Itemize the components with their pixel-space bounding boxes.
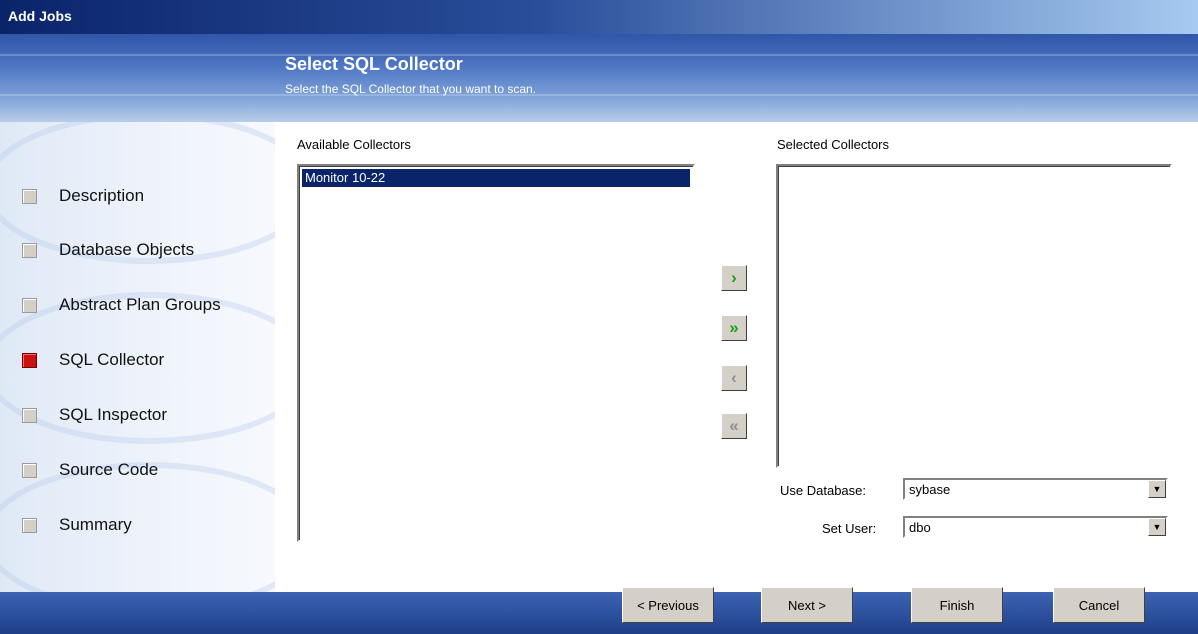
available-collectors-list[interactable]: Monitor 10-22 [297,164,695,542]
chevron-right-icon: › [731,268,737,287]
step-indicator-icon [22,462,37,478]
header-stripe [0,54,1198,56]
add-arrow-button[interactable]: › [721,265,747,291]
remove-arrow-button[interactable]: ‹ [721,365,747,391]
wizard-footer [0,592,1198,634]
step-active-indicator-icon [22,352,37,368]
use-database-label: Use Database: [780,483,866,498]
header-stripe [0,94,1198,96]
step-description[interactable]: Description [22,184,144,208]
step-label: Source Code [59,460,159,479]
set-user-label: Set User: [822,521,877,536]
use-database-select[interactable]: sybase ▼ [903,478,1168,500]
step-label: Abstract Plan Groups [59,295,221,314]
wizard-header: Select SQL Collector Select the SQL Coll… [0,34,1198,122]
step-sql-inspector[interactable]: SQL Inspector [22,403,167,427]
step-label: Description [59,186,145,205]
step-source-code[interactable]: Source Code [22,458,158,482]
step-indicator-icon [22,517,37,533]
window-titlebar: Add Jobs [0,0,1198,34]
step-summary[interactable]: Summary [22,513,132,537]
available-collectors-label: Available Collectors [297,137,411,152]
step-indicator-icon [22,297,37,313]
chevron-left-icon: ‹ [731,368,737,387]
wizard-steps-panel: Description Database Objects Abstract Pl… [0,122,275,592]
remove-all-arrow-button[interactable]: « [721,413,747,439]
window-title: Add Jobs [8,8,72,24]
finish-button[interactable]: Finish [911,587,1003,623]
list-item[interactable]: Monitor 10-22 [302,169,690,187]
double-chevron-right-icon: » [729,318,739,337]
step-label: Database Objects [59,240,195,259]
double-chevron-left-icon: « [729,416,739,435]
step-indicator-icon [22,242,37,258]
selected-collectors-label: Selected Collectors [777,137,889,152]
set-user-value: dbo [909,520,931,535]
page-subtitle: Select the SQL Collector that you want t… [285,82,537,96]
chevron-down-icon[interactable]: ▼ [1148,518,1166,536]
step-sql-collector[interactable]: SQL Collector [22,348,164,372]
page-title: Select SQL Collector [285,54,463,74]
step-indicator-icon [22,188,37,204]
add-all-arrow-button[interactable]: » [721,315,747,341]
cancel-button[interactable]: Cancel [1053,587,1145,623]
selected-collectors-list[interactable] [776,164,1172,468]
step-database-objects[interactable]: Database Objects [22,238,194,262]
use-database-value: sybase [909,482,951,497]
chevron-down-icon[interactable]: ▼ [1148,480,1166,498]
step-label: SQL Collector [59,350,165,369]
step-label: Summary [59,515,132,534]
next-button[interactable]: Next > [761,587,853,623]
set-user-select[interactable]: dbo ▼ [903,516,1168,538]
step-label: SQL Inspector [59,405,168,424]
previous-button[interactable]: < Previous [622,587,714,623]
step-abstract-plan-groups[interactable]: Abstract Plan Groups [22,293,221,317]
step-indicator-icon [22,407,37,423]
